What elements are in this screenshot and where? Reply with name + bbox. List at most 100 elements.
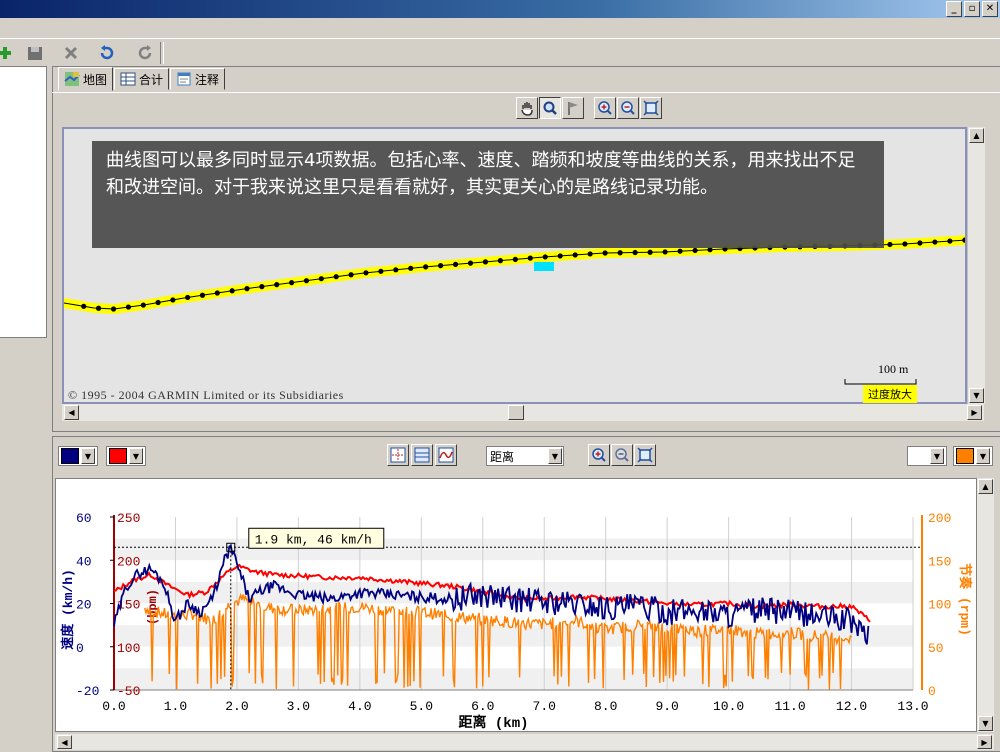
- series4-color-picker[interactable]: ▼: [953, 446, 993, 466]
- x-tick-label: 2.0: [225, 699, 248, 714]
- series1-color-picker[interactable]: ▼: [58, 446, 98, 466]
- chart-area[interactable]: 0.0 1.0 2.0 3.0 4.0 5.0 6.0 7.0 8.0 9.0 10.0 11.0 12…: [55, 478, 977, 732]
- restore-button[interactable]: ▫: [964, 1, 980, 17]
- scroll-right-button[interactable]: ▶: [977, 735, 992, 749]
- x-tick-label: 11.0: [774, 699, 805, 714]
- track-point: [542, 254, 548, 260]
- heart-rate-tick-label: 200: [117, 554, 140, 569]
- speed-tick-label: 0: [76, 641, 84, 656]
- tab-content-border: [52, 92, 1000, 93]
- scroll-thumb[interactable]: [508, 405, 524, 420]
- chevron-down-icon: ▼: [129, 448, 143, 464]
- tab-bar: 地图 合计 注释: [58, 67, 226, 92]
- scroll-left-button[interactable]: ◀: [57, 735, 72, 749]
- chevron-down-icon: ▼: [548, 448, 562, 464]
- chevron-down-icon: ▼: [976, 448, 990, 464]
- track-point: [947, 238, 953, 244]
- track-point: [887, 241, 893, 248]
- track-point: [423, 264, 429, 270]
- chevron-down-icon: ▼: [81, 448, 95, 464]
- track-point: [692, 247, 698, 254]
- track-point: [274, 282, 280, 288]
- curve-button[interactable]: [435, 444, 457, 466]
- cadence-tick-label: 50: [928, 641, 944, 656]
- toolbar-divider: [160, 42, 164, 64]
- track-point: [917, 240, 923, 246]
- heart-rate-tick-label: 250: [117, 511, 140, 526]
- cadence-tick-label: 200: [928, 511, 951, 526]
- tab-summary-label: 合计: [139, 72, 164, 87]
- tab-notes[interactable]: 注释: [170, 68, 226, 90]
- left-pane[interactable]: [0, 66, 47, 338]
- map-vertical-scrollbar[interactable]: ▲ ▼: [967, 127, 985, 404]
- scroll-down-button[interactable]: ▼: [978, 716, 993, 731]
- track-point: [617, 250, 623, 256]
- speed-tick-label: 60: [76, 511, 92, 526]
- scroll-up-button[interactable]: ▲: [978, 479, 993, 494]
- cadence-tick-label: 150: [928, 554, 951, 569]
- save-icon[interactable]: [24, 42, 46, 64]
- series1-color-swatch: [61, 448, 79, 464]
- track-point: [140, 302, 146, 308]
- track-point: [363, 270, 369, 276]
- track-point: [318, 276, 324, 282]
- zoom-in-button[interactable]: [594, 97, 616, 119]
- zoom-fit-button[interactable]: [640, 97, 662, 119]
- track-point: [155, 299, 161, 306]
- x-tick-label: 7.0: [533, 699, 556, 714]
- tab-map-label: 地图: [83, 72, 108, 87]
- track-point: [482, 259, 489, 265]
- add-icon[interactable]: [0, 42, 16, 64]
- crosshair-button[interactable]: [387, 444, 409, 466]
- track-point: [244, 286, 250, 292]
- scroll-left-button[interactable]: ◀: [64, 405, 79, 420]
- zoom-out-button[interactable]: [617, 97, 639, 119]
- scroll-up-button[interactable]: ▲: [969, 128, 984, 143]
- chart-vertical-scrollbar[interactable]: ▲ ▼: [977, 478, 994, 732]
- map-horizontal-scrollbar[interactable]: ◀ ▶: [62, 404, 984, 421]
- zoom-out-icon: [615, 448, 629, 462]
- delete-icon[interactable]: [60, 42, 82, 64]
- minimize-button[interactable]: _: [946, 1, 962, 17]
- chart-zoom-in-button[interactable]: [588, 444, 610, 466]
- track-point: [587, 251, 593, 257]
- grid-button[interactable]: [411, 444, 433, 466]
- track-point: [333, 274, 339, 280]
- chart-zoom-out-button[interactable]: [611, 444, 633, 466]
- zoom-out-icon: [621, 101, 635, 115]
- zoom-tool-button[interactable]: [539, 97, 561, 119]
- scroll-down-button[interactable]: ▼: [969, 388, 984, 403]
- track-point: [288, 280, 295, 286]
- hand-tool-button[interactable]: [516, 97, 538, 119]
- redo-icon[interactable]: [134, 42, 156, 64]
- undo-icon[interactable]: [96, 42, 118, 64]
- series2-color-picker[interactable]: ▼: [106, 446, 146, 466]
- chart-band: [114, 538, 913, 561]
- overzoom-label: 过度放大: [863, 385, 917, 403]
- x-tick-label: 12.0: [836, 699, 867, 714]
- main-toolbar: [0, 38, 1000, 67]
- flag-tool-button[interactable]: [562, 97, 584, 119]
- track-point: [214, 290, 220, 296]
- track-point: [527, 255, 533, 261]
- track-point: [95, 305, 102, 311]
- close-button[interactable]: ✕: [982, 1, 998, 17]
- track-point: [199, 292, 206, 298]
- track-point: [110, 306, 117, 312]
- x-axis-label: 距离 (km): [458, 714, 528, 731]
- grid-icon: [414, 447, 430, 463]
- chart-horizontal-scrollbar[interactable]: ◀ ▶: [55, 734, 994, 750]
- zoom-fit-icon: [637, 447, 653, 463]
- x-tick-label: 0.0: [102, 699, 125, 714]
- tab-summary[interactable]: 合计: [114, 68, 170, 90]
- chart-toolbar: [387, 444, 457, 466]
- chart-zoom-fit-button[interactable]: [634, 444, 656, 466]
- scale-label: 100 m: [878, 362, 909, 376]
- selected-track-point: [534, 262, 554, 271]
- series2-color-swatch: [109, 448, 127, 464]
- scroll-right-button[interactable]: ▶: [967, 405, 982, 420]
- series3-color-picker[interactable]: ▼: [907, 446, 947, 466]
- tab-map[interactable]: 地图: [58, 67, 114, 91]
- x-axis-select[interactable]: 距离 ▼: [486, 446, 564, 466]
- track-point: [229, 288, 235, 294]
